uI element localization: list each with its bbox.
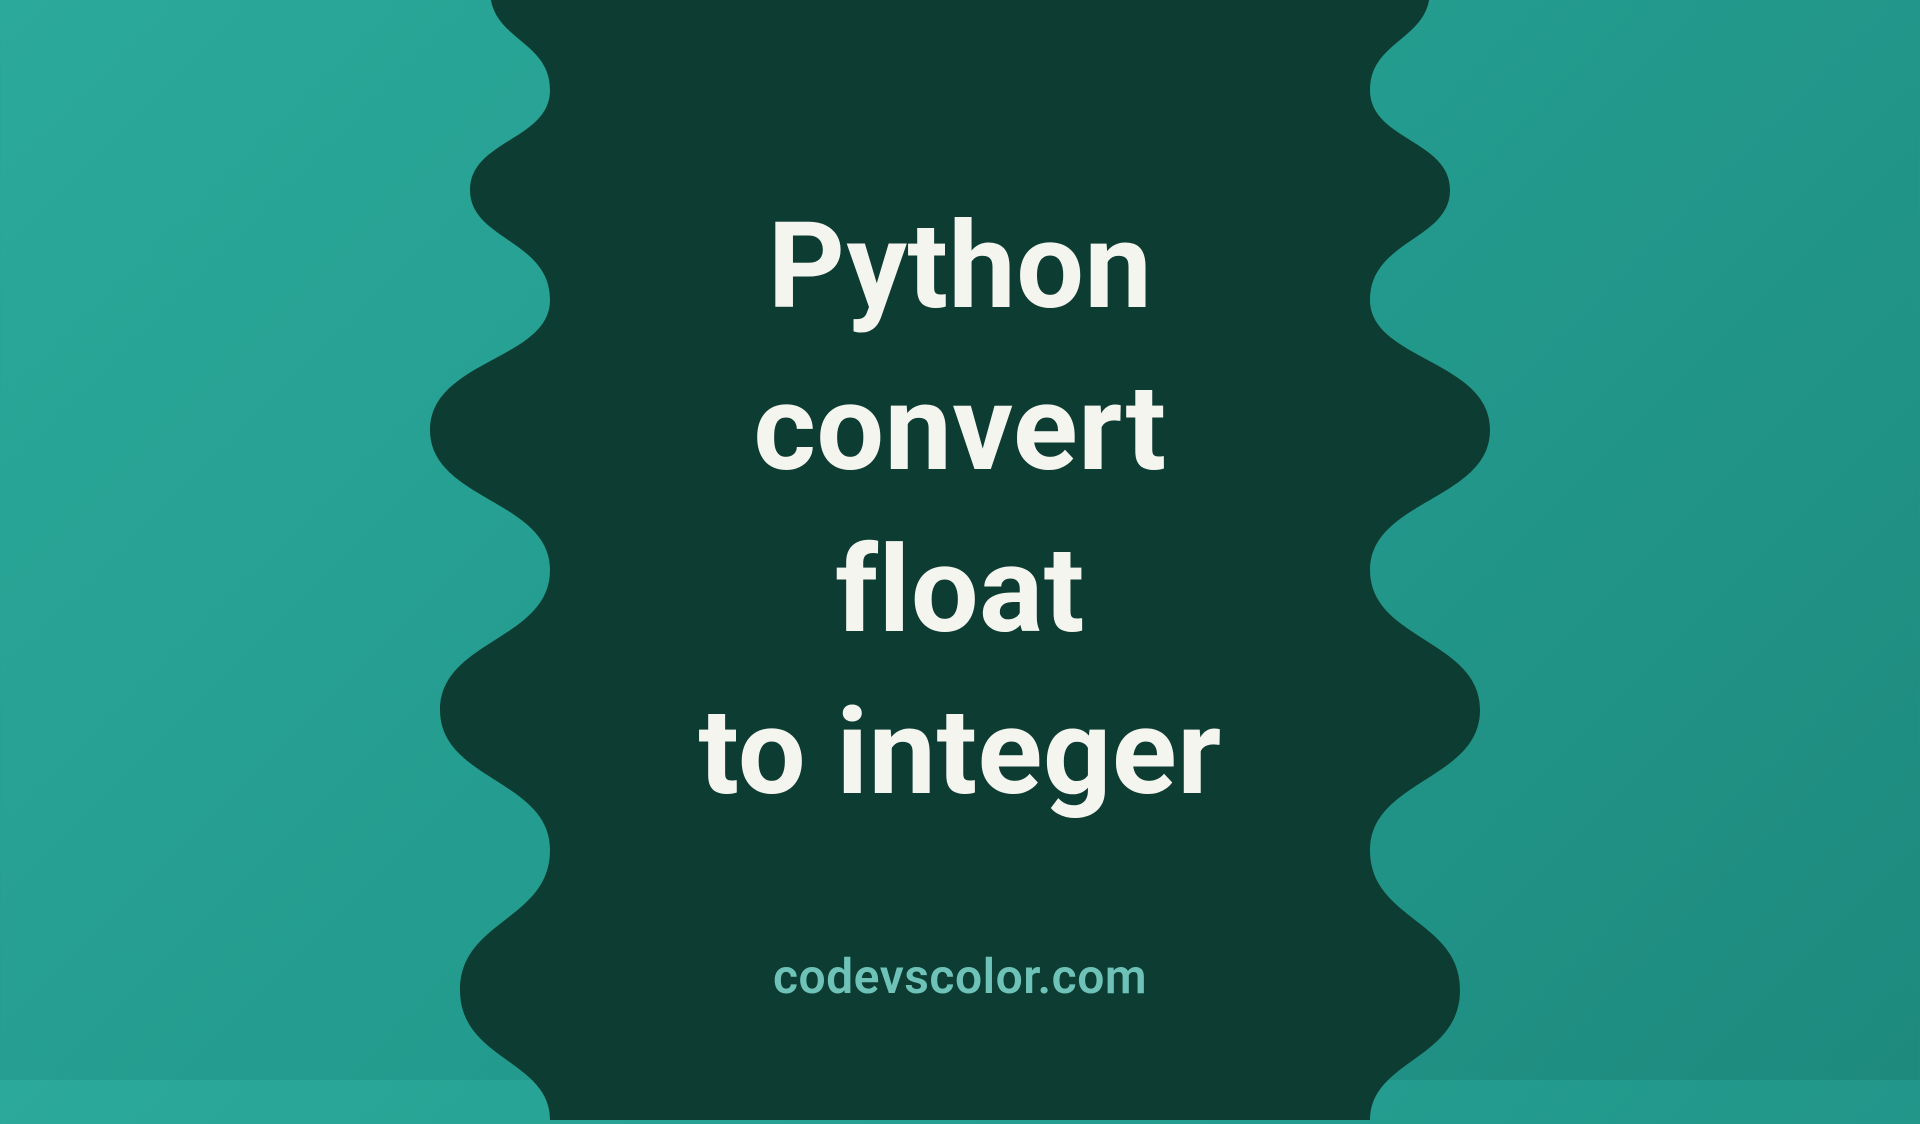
site-name: codevscolor.com	[773, 948, 1147, 1005]
title-line-2: convert	[753, 359, 1166, 499]
main-title: Python convert float to integer	[698, 186, 1221, 834]
content-wrapper: Python convert float to integer codevsco…	[0, 0, 1920, 1080]
title-line-3: float	[835, 521, 1085, 661]
title-line-1: Python	[768, 197, 1152, 337]
title-line-4: to integer	[698, 683, 1221, 823]
